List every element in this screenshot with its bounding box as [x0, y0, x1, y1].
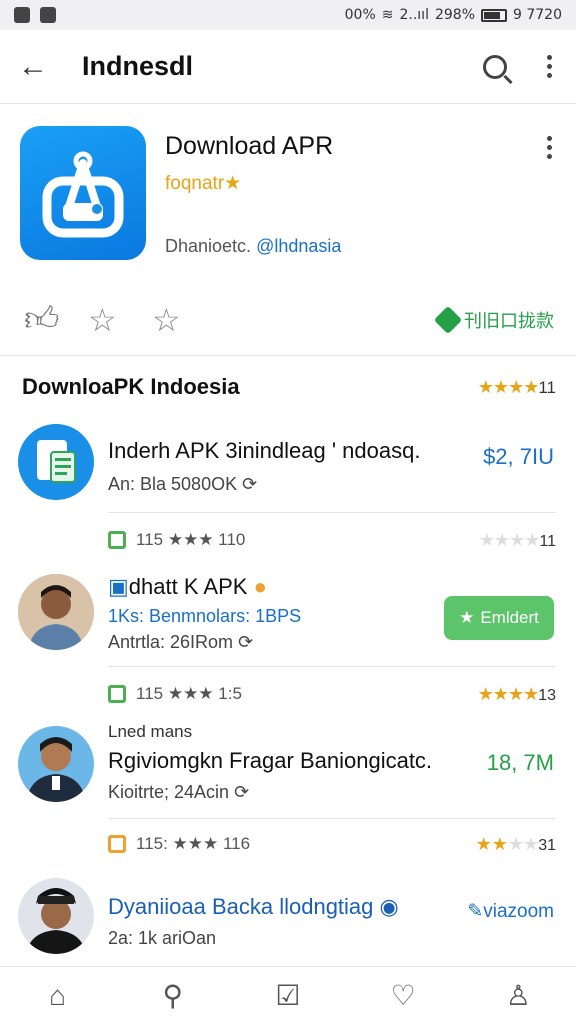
list-item[interactable]: Dyaniioaa Backa llodngtiag ◉ 2a: 1k ariO… [0, 872, 576, 964]
app-title: Download APR [165, 132, 334, 160]
list-item[interactable]: Inderh APK 3inindleag ' ndoasq. An: Bla … [0, 418, 576, 510]
app-icon [20, 126, 146, 260]
star-icon: ★ [224, 173, 242, 194]
network-text: 2..ııl [399, 7, 429, 23]
divider [108, 512, 556, 513]
profile-icon[interactable]: ♙ [498, 979, 538, 1012]
star-outline-icon-2[interactable]: ☆ [152, 301, 202, 339]
app-rating-label: foqnatr★ [165, 173, 242, 194]
home-icon[interactable]: ⌂ [38, 980, 78, 1012]
heart-icon[interactable]: ♡ [383, 979, 423, 1012]
file-app-icon [18, 424, 94, 500]
item-title: Dyaniioaa Backa llodngtiag ◉ [108, 894, 399, 919]
item-sub: 1Ks: Benmnolars: 1BPS [108, 606, 302, 626]
app-more-icon[interactable] [547, 136, 552, 159]
meta-rating: ★★★★13 [477, 683, 556, 704]
page-title: Indnesdl [82, 51, 194, 81]
verified-icon: ◉ [379, 894, 399, 919]
section-header: DownloaPK Indoesia ★★★★11 [0, 356, 576, 418]
install-badge-label: 刊旧口拢款 [464, 310, 554, 331]
meta-text: 115: ★★★ 116 [136, 834, 251, 853]
avatar [18, 878, 94, 954]
section-title: DownloaPK Indoesia [22, 374, 240, 399]
meta-rating: ★★★★11 [478, 529, 556, 550]
list-item[interactable]: ▣dhatt K APK ● 1Ks: Benmnolars: 1BPS Ant… [0, 566, 576, 666]
item-title: Inderh APK 3inindleag ' ndoasq. [108, 438, 421, 463]
install-button[interactable]: ★ Emldert [444, 596, 554, 640]
meta-row: 115 ★★★ 110 ★★★★11 [0, 514, 576, 566]
item-action[interactable]: ✎viazoom [467, 900, 554, 923]
avatar [18, 574, 94, 650]
developer-link[interactable]: @lhdnasia [256, 236, 341, 256]
wifi-icon: ≋ [381, 7, 394, 23]
star-icon: ★ [459, 608, 475, 627]
back-arrow-icon[interactable]: ← [18, 51, 58, 82]
meta-row: 115: ★★★ 116 ★★★★31 [0, 818, 576, 870]
avatar [18, 726, 94, 802]
notification-icon [14, 7, 30, 23]
action-row: 👍︎ ☆ ☆ 刊旧口拢款 [0, 284, 576, 356]
checkbox-icon [108, 531, 126, 549]
meta-text: 115 ★★★ 110 [136, 530, 246, 549]
search-nav-icon[interactable]: ⚲ [153, 979, 193, 1012]
meta-text: 115 ★★★ 1:5 [136, 684, 242, 703]
diamond-check-icon [433, 305, 463, 334]
edit-icon: ✎ [467, 901, 484, 922]
developer-prefix: Dhanioetc. [165, 236, 252, 256]
meta-rating: ★★★★31 [475, 833, 556, 854]
app-notification-icon [40, 7, 56, 23]
refresh-icon: ⟳ [234, 782, 250, 802]
list-item[interactable]: Lned mans Rgiviomgkn Fragar Baniongicatc… [0, 720, 576, 816]
refresh-icon: ⟳ [238, 632, 254, 652]
bottom-nav: ⌂ ⚲ ☑ ♡ ♙ [0, 966, 576, 1024]
thumbs-up-icon[interactable]: 👍︎ [24, 299, 74, 340]
section-rating: ★★★★11 [477, 376, 556, 397]
item-price[interactable]: 18, 7M [487, 750, 554, 776]
signal-text: 00% [344, 7, 376, 23]
item-sub: Kioitrte; 24Acin ⟳ [108, 782, 250, 802]
checkbox-icon [108, 685, 126, 703]
meta-row: 115 ★★★ 1:5 ★★★★13 [0, 668, 576, 720]
item-sub: 2a: 1k ariOan [108, 928, 217, 948]
refresh-icon: ⟳ [242, 474, 258, 494]
star-outline-icon[interactable]: ☆ [88, 301, 138, 339]
status-right: 00% ≋ 2..ııl 298% 9 7720 [345, 7, 562, 23]
doc-icon: ▣ [108, 574, 129, 599]
battery-percent: 298% [434, 7, 475, 23]
checkbox-icon [108, 835, 126, 853]
item-title: Rgiviomgkn Fragar Baniongicatc. [108, 748, 433, 773]
item-sub: An: Bla 5080OK ⟳ [108, 474, 258, 494]
app-bar: ← Indnesdl [0, 30, 576, 104]
library-check-icon[interactable]: ☑ [268, 979, 308, 1012]
search-icon[interactable] [483, 54, 507, 79]
item-title: ▣dhatt K APK ● [108, 574, 267, 599]
status-bar: 00% ≋ 2..ııl 298% 9 7720 [0, 0, 576, 30]
emoji-icon: ● [253, 574, 267, 599]
item-pre: Lned mans [108, 722, 193, 741]
item-price[interactable]: $2, 7IU [483, 444, 554, 470]
bag-logo-icon [42, 151, 124, 238]
install-badge[interactable]: 刊旧口拢款 [433, 305, 554, 334]
divider [108, 666, 556, 667]
status-left-icons [14, 7, 56, 23]
item-sub-2: Antrtla: 26IRom ⟳ [108, 632, 254, 652]
developer-line: Dhanioetc. @lhdnasia [165, 236, 341, 257]
clock: 9 7720 [513, 7, 562, 23]
more-vert-icon[interactable] [547, 55, 552, 78]
app-header: Download APR foqnatr★ Dhanioetc. @lhdnas… [0, 104, 576, 284]
battery-icon [481, 8, 507, 22]
